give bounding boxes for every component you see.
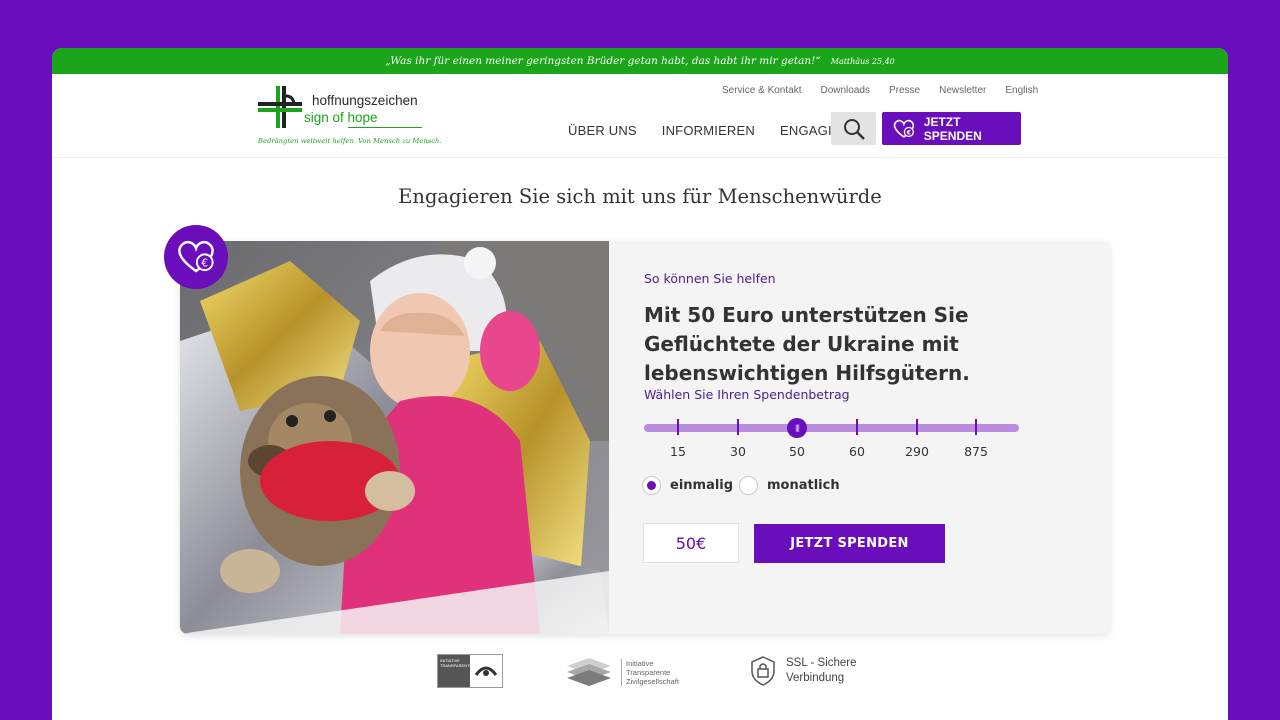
ssl-badge: SSL - Sichere Verbindung [750,656,857,686]
amount-option-290[interactable]: 290 [897,444,937,459]
top-nav-presse[interactable]: Presse [889,85,920,96]
frequency-monatlich-label: monatlich [767,478,840,493]
site-header: hoffnungszeichen sign of hope Bedrängten… [52,74,1228,158]
amount-option-60[interactable]: 60 [837,444,877,459]
heart-euro-icon: € [178,240,214,273]
lock-icon [751,656,775,686]
donate-submit-button[interactable]: JETZT SPENDEN [754,524,945,563]
amount-option-50[interactable]: 50 [777,444,817,459]
donation-eyebrow: So können Sie helfen [644,271,776,286]
page-headline: Engagieren Sie sich mit uns für Menschen… [398,185,882,208]
top-nav-downloads[interactable]: Downloads [820,85,869,96]
frequency-monatlich[interactable]: monatlich [739,476,840,495]
transparency-badge-text: INITIATIVE TRANSPARENTE [438,655,472,687]
slider-thumb[interactable]: ||| [787,418,807,438]
child-with-teddy-image [180,241,609,634]
slider-tick [677,419,679,435]
quote-reference: Matthäus 25,40 [830,56,895,66]
itz-line-2: Transparente [626,667,671,677]
ssl-line-2: Verbindung [786,672,845,684]
radio-selected[interactable] [642,476,661,495]
svg-text:€: € [906,129,911,136]
search-icon [843,118,865,140]
transparency-badge: INITIATIVE TRANSPARENTE [437,654,503,688]
amount-option-30[interactable]: 30 [718,444,758,459]
ssl-line-1: SSL - Sichere [786,657,857,669]
quote-bar: „Was ihr für einen meiner geringsten Brü… [52,48,1228,74]
top-nav-english[interactable]: English [1005,85,1038,96]
itz-badge: Initiative Transparente Zivilgesellschaf… [565,656,690,688]
logo-underline [348,127,422,128]
frequency-einmalig-label: einmalig [670,478,734,493]
amount-slider[interactable]: ||| [644,418,1019,438]
slider-tick [856,419,858,435]
header-donate-button[interactable]: € JETZT SPENDEN [882,112,1021,145]
top-nav: Service & Kontakt Downloads Presse Newsl… [722,85,1038,96]
logo-text-en: sign of hope [304,110,378,125]
hero-photo [180,241,609,634]
itz-line-1: Initiative [626,658,654,668]
slider-tick [737,419,739,435]
top-nav-service[interactable]: Service & Kontakt [722,85,801,96]
frequency-einmalig[interactable]: einmalig [642,476,733,495]
top-nav-newsletter[interactable]: Newsletter [939,85,986,96]
main-nav-informieren[interactable]: INFORMIEREN [662,123,755,138]
itz-line-3: Zivilgesellschaft [626,676,679,686]
header-donate-label: JETZT SPENDEN [923,114,982,143]
donation-card: So können Sie helfen Mit 50 Euro unterst… [180,241,1110,634]
eye-icon [470,655,502,687]
quote-text: „Was ihr für einen meiner geringsten Brü… [385,55,821,67]
donate-heart-badge: € [164,225,228,289]
amount-option-15[interactable]: 15 [658,444,698,459]
ssl-text: SSL - Sichere Verbindung [786,656,857,686]
main-nav-ueber-uns[interactable]: ÜBER UNS [568,123,637,138]
slider-tick [916,419,918,435]
search-button[interactable] [831,112,876,145]
radio-unselected[interactable] [739,476,758,495]
page-frame: „Was ihr für einen meiner geringsten Brü… [52,48,1228,720]
slider-label: Wählen Sie Ihren Spendenbetrag [644,387,850,402]
donation-title: Mit 50 Euro unterstützen Sie Geflüchtete… [644,303,970,385]
logo-text-de: hoffnungszeichen [312,93,418,108]
svg-text:€: € [201,258,208,270]
itz-text: Initiative Transparente Zivilgesellschaf… [621,658,679,686]
logo-tagline: Bedrängten weltweit helfen. Von Mensch z… [258,137,442,145]
amount-option-875[interactable]: 875 [956,444,996,459]
amount-input[interactable]: 50€ [643,523,739,563]
logo[interactable]: hoffnungszeichen sign of hope Bedrängten… [256,84,442,148]
heart-euro-icon: € [893,119,915,138]
layers-icon [567,658,611,686]
logo-cross-icon [258,86,302,128]
slider-tick [975,419,977,435]
